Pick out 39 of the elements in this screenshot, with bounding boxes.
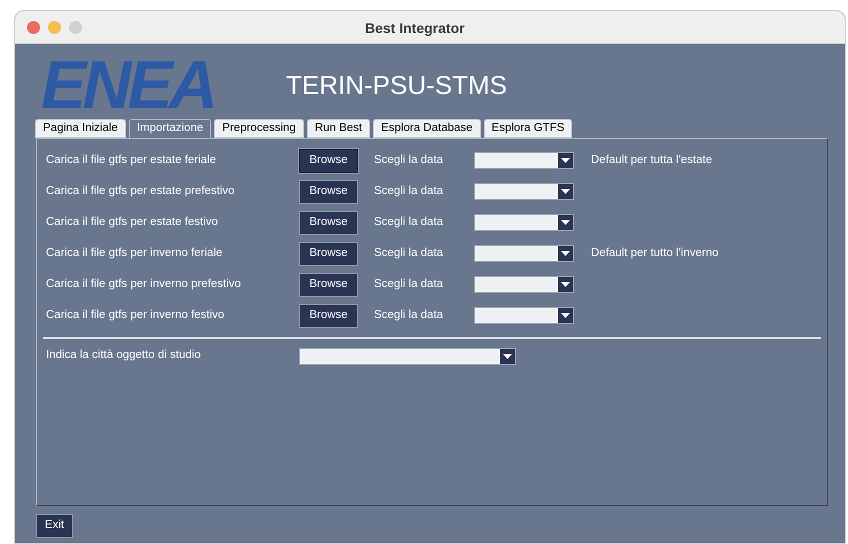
- date-dropdown[interactable]: [474, 152, 574, 169]
- browse-button[interactable]: Browse: [299, 304, 358, 328]
- tab[interactable]: Importazione: [128, 119, 212, 138]
- date-dropdown[interactable]: [474, 214, 574, 231]
- date-label: Scegli la data: [374, 184, 444, 199]
- browse-button[interactable]: Browse: [299, 148, 358, 172]
- close-button[interactable]: [27, 20, 40, 34]
- default-note: Default per tutta l'estate: [591, 152, 712, 168]
- tab[interactable]: Esplora GTFS: [484, 119, 572, 138]
- tab[interactable]: Preprocessing: [214, 119, 304, 138]
- logo: ENEA: [41, 56, 215, 114]
- browse-button[interactable]: Browse: [299, 242, 358, 266]
- date-label: Scegli la data: [374, 308, 444, 323]
- file-label: Carica il file gtfs per estate prefestivo: [46, 184, 236, 199]
- file-label: Carica il file gtfs per inverno prefestivo: [46, 276, 242, 292]
- app-title: TERIN-PSU-STMS: [286, 68, 507, 102]
- date-dropdown[interactable]: [474, 276, 574, 293]
- tab[interactable]: Pagina Iniziale: [35, 119, 126, 138]
- date-label: Scegli la data: [374, 214, 444, 230]
- exit-button[interactable]: Exit: [36, 514, 73, 538]
- date-label: Scegli la data: [374, 276, 444, 292]
- file-label: Carica il file gtfs per inverno feriale: [46, 246, 224, 261]
- file-label: Carica il file gtfs per estate feriale: [46, 152, 218, 168]
- window-title: Best Integrator: [365, 19, 465, 38]
- date-dropdown[interactable]: [474, 183, 574, 200]
- default-note: Default per tutto l'inverno: [591, 246, 718, 261]
- file-label: Carica il file gtfs per inverno festivo: [46, 308, 226, 323]
- city-label: Indica la città oggetto di studio: [46, 348, 202, 364]
- file-label: Carica il file gtfs per estate festivo: [46, 214, 219, 230]
- tab[interactable]: Esplora Database: [373, 119, 481, 138]
- date-dropdown[interactable]: [474, 307, 574, 324]
- browse-button[interactable]: Browse: [299, 180, 358, 204]
- city-dropdown[interactable]: [299, 348, 516, 364]
- date-dropdown[interactable]: [474, 245, 574, 262]
- tab[interactable]: Run Best: [306, 119, 370, 138]
- date-label: Scegli la data: [374, 246, 444, 261]
- date-label: Scegli la data: [374, 152, 444, 168]
- browse-button[interactable]: Browse: [299, 210, 358, 234]
- browse-button[interactable]: Browse: [299, 272, 358, 296]
